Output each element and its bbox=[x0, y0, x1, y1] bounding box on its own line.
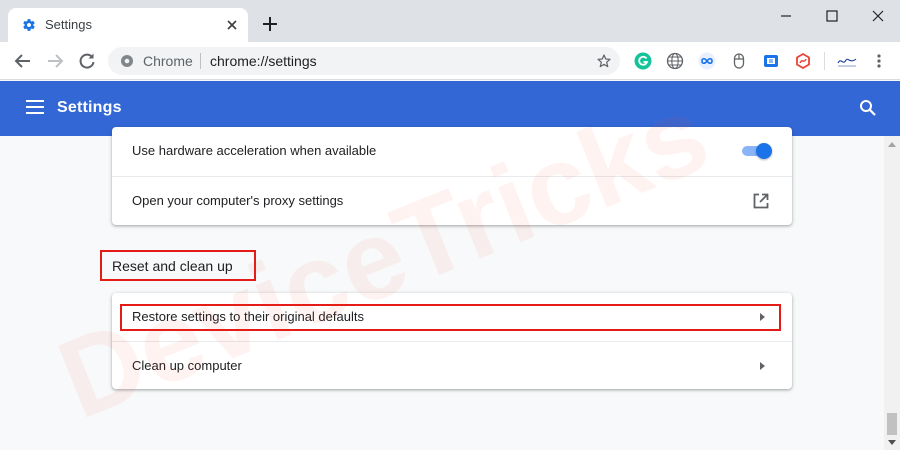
browser-title-bar: Settings bbox=[0, 0, 900, 42]
site-name: Chrome bbox=[143, 53, 193, 69]
browser-toolbar: Chrome chrome://settings bbox=[0, 42, 900, 80]
more-options-icon[interactable] bbox=[872, 52, 886, 70]
arrow-right-icon bbox=[760, 362, 765, 370]
maximize-icon[interactable] bbox=[822, 6, 842, 26]
page-title: Settings bbox=[57, 99, 122, 116]
row-label: Use hardware acceleration when available bbox=[132, 143, 377, 158]
globe-icon[interactable] bbox=[666, 52, 684, 70]
menu-icon[interactable] bbox=[26, 100, 44, 114]
grammarly-icon[interactable] bbox=[634, 52, 652, 70]
settings-gear-icon bbox=[23, 19, 35, 31]
proxy-settings-row[interactable]: Open your computer's proxy settings bbox=[112, 176, 792, 225]
hardware-acceleration-row[interactable]: Use hardware acceleration when available bbox=[112, 127, 792, 176]
infinity-icon[interactable] bbox=[698, 52, 716, 70]
close-icon[interactable] bbox=[224, 17, 240, 33]
search-icon[interactable] bbox=[859, 99, 877, 117]
close-window-icon[interactable] bbox=[868, 6, 888, 26]
row-label: Open your computer's proxy settings bbox=[132, 193, 344, 208]
hardware-acceleration-toggle[interactable] bbox=[740, 143, 772, 159]
tab-title: Settings bbox=[45, 17, 92, 32]
clean-up-computer-row[interactable]: Clean up computer bbox=[112, 341, 792, 389]
mouse-icon[interactable] bbox=[730, 52, 748, 70]
url-separator bbox=[200, 53, 201, 69]
address-bar[interactable]: Chrome chrome://settings bbox=[108, 47, 620, 75]
browser-tab-settings[interactable]: Settings bbox=[8, 8, 248, 42]
back-icon[interactable] bbox=[13, 51, 33, 71]
star-icon[interactable] bbox=[596, 53, 612, 69]
chrome-icon bbox=[121, 55, 133, 67]
reload-icon[interactable] bbox=[77, 51, 97, 71]
launch-icon[interactable] bbox=[752, 192, 770, 210]
scroll-up-arrow-icon[interactable] bbox=[888, 141, 896, 147]
scrollbar-thumb[interactable] bbox=[887, 413, 897, 435]
highlight-box-section-title bbox=[100, 250, 256, 281]
forward-icon[interactable] bbox=[45, 51, 65, 71]
url-text[interactable]: chrome://settings bbox=[210, 53, 317, 69]
plus-icon[interactable] bbox=[262, 16, 278, 32]
signature-extension-icon[interactable] bbox=[836, 52, 858, 70]
scroll-down-arrow-icon[interactable] bbox=[888, 440, 896, 446]
toolbar-separator bbox=[824, 52, 825, 70]
speedcurve-icon[interactable] bbox=[794, 52, 812, 70]
highlight-box-restore-defaults bbox=[120, 304, 781, 331]
toggle-knob bbox=[756, 143, 772, 159]
page-scrollbar[interactable] bbox=[884, 136, 900, 450]
extension-icon[interactable] bbox=[762, 52, 780, 70]
minimize-icon[interactable] bbox=[776, 6, 796, 26]
row-label: Clean up computer bbox=[132, 358, 242, 373]
advanced-settings-card: Use hardware acceleration when available… bbox=[112, 127, 792, 225]
